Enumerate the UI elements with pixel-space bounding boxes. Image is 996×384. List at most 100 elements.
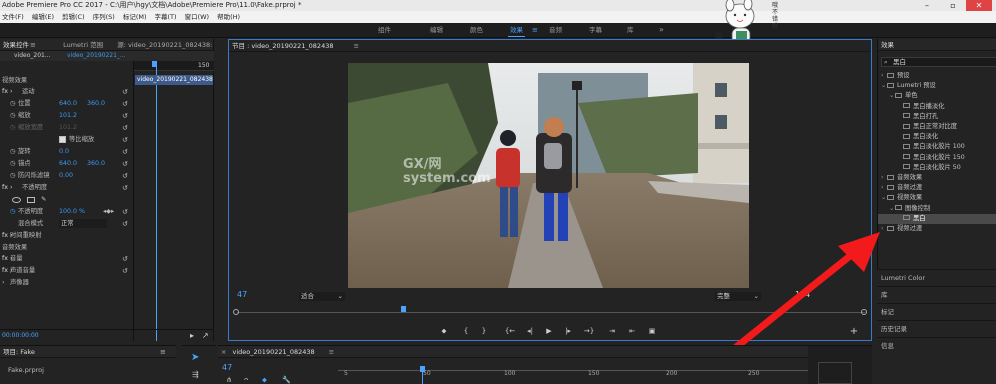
- pen-mask-icon[interactable]: ✎: [41, 195, 46, 205]
- motion-effect-row[interactable]: fx › 运动 ↺: [0, 87, 130, 97]
- play-only-icon[interactable]: ▸: [190, 330, 194, 342]
- workspace-tab-libraries[interactable]: 库: [627, 23, 634, 38]
- tab-lumetri-color[interactable]: Lumetri Color: [877, 269, 996, 285]
- splitter[interactable]: [133, 61, 134, 341]
- timeline-timecode[interactable]: 47: [222, 363, 232, 372]
- mark-out-icon[interactable]: }: [478, 327, 490, 336]
- effects-tree-item[interactable]: ⌄ 单色: [878, 91, 996, 101]
- tab-source[interactable]: 源: video_20190221_082438: vide: [117, 39, 213, 50]
- program-playhead-icon[interactable]: [401, 306, 406, 312]
- add-marker-timeline-icon[interactable]: ⬥: [262, 376, 267, 384]
- opacity-effect-row[interactable]: fx › 不透明度 ↺: [0, 183, 130, 193]
- settings-icon[interactable]: 🔧: [282, 376, 291, 384]
- effects-tree-item[interactable]: ⌄ Lumetri 预设: [878, 81, 996, 91]
- effects-tree-item[interactable]: 黑白淡化胶片 150: [878, 153, 996, 163]
- effects-tree-item[interactable]: 黑白淡化胶片 100: [878, 142, 996, 152]
- linked-selection-icon[interactable]: ᴖ: [244, 376, 248, 384]
- minimize-button[interactable]: –: [914, 0, 940, 11]
- effects-tree-item[interactable]: › 视频过渡: [878, 224, 996, 234]
- timeline-ruler[interactable]: [338, 370, 808, 371]
- menu-help[interactable]: 帮助(H): [217, 11, 240, 23]
- time-display[interactable]: 00:00:00:00: [2, 330, 39, 342]
- close-window-button[interactable]: ✕: [966, 0, 992, 11]
- export-frame-icon[interactable]: ▣: [646, 327, 658, 336]
- tab-effect-controls[interactable]: 效果控件: [3, 39, 29, 50]
- effects-tree-item[interactable]: 黑白打孔: [878, 112, 996, 122]
- clip-bar[interactable]: video_20190221_082438.m: [135, 75, 213, 85]
- play-icon[interactable]: ▶: [543, 327, 555, 336]
- channel-volume-row[interactable]: fx › 声道音量 ↺: [0, 266, 130, 276]
- mark-in-icon[interactable]: {: [460, 327, 472, 336]
- effects-tree-item[interactable]: › 音频过渡: [878, 183, 996, 193]
- close-timeline-icon[interactable]: ×: [221, 348, 226, 356]
- uniform-scale-row[interactable]: 等比缩放 ↺: [0, 135, 130, 145]
- panel-menu-icon[interactable]: ≡: [160, 348, 166, 356]
- panner-row[interactable]: › 声像器: [0, 278, 130, 288]
- blend-mode-row[interactable]: 混合模式 正常 ↺: [0, 219, 130, 229]
- menu-window[interactable]: 窗口(W): [185, 11, 210, 23]
- tab-history[interactable]: 历史记录: [877, 320, 996, 336]
- program-title[interactable]: 节目 : video_20190221_082438: [232, 40, 333, 51]
- antiflicker-row[interactable]: ◷ 防闪烁滤镜 0.00 ↺: [0, 171, 130, 181]
- rectangle-mask-icon[interactable]: [27, 197, 35, 203]
- tab-libraries[interactable]: 库: [877, 286, 996, 302]
- add-marker-icon[interactable]: ⬥: [438, 327, 450, 336]
- selection-tool-icon[interactable]: ➤: [191, 352, 199, 363]
- go-to-out-icon[interactable]: →}: [583, 327, 595, 336]
- effects-tree-item[interactable]: › 音频效果: [878, 173, 996, 183]
- step-forward-icon[interactable]: |▸: [562, 327, 574, 336]
- anchor-row[interactable]: ◷ 锚点 640.0 360.0 ↺: [0, 159, 130, 169]
- playhead-timecode[interactable]: 47: [237, 290, 247, 299]
- effects-tree-item[interactable]: 黑白播淡化: [878, 102, 996, 112]
- master-clip-label[interactable]: video_201...: [14, 51, 51, 61]
- timeline-title[interactable]: video_20190221_082438: [233, 346, 315, 357]
- export-icon[interactable]: ↗: [202, 330, 209, 342]
- mini-timeline-ruler[interactable]: 150: [134, 61, 214, 71]
- maximize-button[interactable]: ▫: [940, 0, 966, 11]
- effects-tree-item[interactable]: 黑白: [878, 213, 996, 224]
- overwrite-icon[interactable]: ⇤: [626, 327, 638, 336]
- tab-info[interactable]: 信息: [877, 337, 996, 357]
- panel-menu-icon[interactable]: ≡: [354, 42, 359, 50]
- opacity-row[interactable]: ◷ 不透明度 100.0 % ◂◆▸ ↺: [0, 207, 130, 217]
- track-select-tool-icon[interactable]: ⇶: [192, 370, 199, 379]
- panel-menu-icon[interactable]: ≡: [329, 348, 334, 356]
- time-remap-row[interactable]: fx › 时间重映射: [0, 231, 130, 241]
- project-file[interactable]: Fake.prproj: [8, 366, 44, 374]
- scale-row[interactable]: ◷ 缩放 101.2 ↺: [0, 111, 130, 121]
- step-back-icon[interactable]: ◂|: [524, 327, 536, 336]
- workspace-menu-icon[interactable]: ≡: [532, 23, 538, 37]
- effects-tree-item[interactable]: ⌄ 图像控制: [878, 204, 996, 214]
- blend-mode-select[interactable]: 正常: [59, 219, 107, 228]
- workspace-tab-assembly[interactable]: 组件: [378, 23, 391, 38]
- project-title[interactable]: 项目: Fake: [3, 346, 35, 357]
- fit-zoom-select[interactable]: 适合 ⌄: [299, 292, 345, 301]
- in-handle[interactable]: [233, 309, 239, 315]
- menu-marker[interactable]: 标记(M): [123, 11, 147, 23]
- effects-tree-item[interactable]: ⌄ 视频效果: [878, 193, 996, 203]
- effects-tree-item[interactable]: 黑白淡化: [878, 132, 996, 142]
- insert-icon[interactable]: ⇥: [606, 327, 618, 336]
- snap-icon[interactable]: ⋔: [226, 376, 232, 384]
- ellipse-mask-icon[interactable]: [12, 197, 21, 203]
- panel-menu-icon[interactable]: ≡: [30, 39, 36, 50]
- workspace-tab-editing[interactable]: 编辑: [430, 23, 443, 38]
- menu-sequence[interactable]: 序列(S): [93, 11, 115, 23]
- workspace-tab-captions[interactable]: 字幕: [589, 23, 602, 38]
- workspace-tab-audio[interactable]: 音频: [549, 23, 562, 38]
- workspace-overflow-icon[interactable]: »: [659, 23, 664, 37]
- workspace-tab-color[interactable]: 颜色: [470, 23, 483, 38]
- menu-clip[interactable]: 剪辑(C): [62, 11, 85, 23]
- tab-markers[interactable]: 标记: [877, 303, 996, 319]
- effects-tree-item[interactable]: 黑白淡化胶片 50: [878, 163, 996, 173]
- tab-lumetri-scopes[interactable]: Lumetri 范围: [63, 39, 103, 50]
- menu-file[interactable]: 文件(F): [2, 11, 24, 23]
- rotation-row[interactable]: ◷ 旋转 0.0 ↺: [0, 147, 130, 157]
- effects-tree-item[interactable]: › 预设: [878, 71, 996, 81]
- menu-edit[interactable]: 编辑(E): [32, 11, 54, 23]
- go-to-in-icon[interactable]: {←: [504, 327, 516, 336]
- workspace-tab-effects[interactable]: 效果: [508, 23, 525, 38]
- effects-tree-item[interactable]: 黑白正常对比度: [878, 122, 996, 132]
- position-row[interactable]: ◷ 位置 640.0 360.0 ↺: [0, 99, 130, 109]
- sequence-clip-label[interactable]: video_20190221_...: [67, 51, 126, 61]
